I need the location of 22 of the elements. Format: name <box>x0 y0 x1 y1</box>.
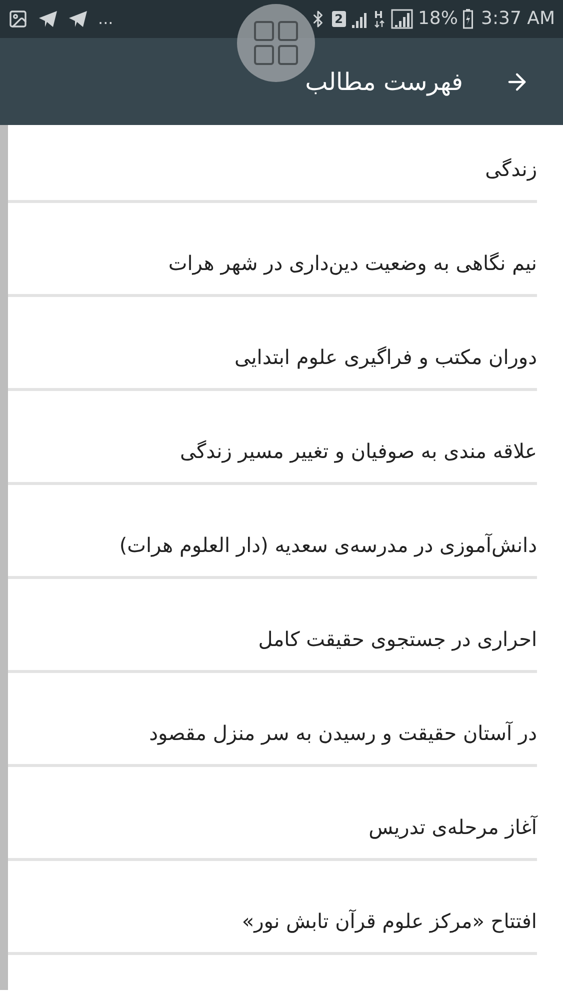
battery-percentage: 18% <box>418 10 458 28</box>
chapter-item[interactable]: آغاز مرحله‌ی تدریس <box>368 812 537 842</box>
chapter-item[interactable]: افتتاح «مرکز علوم قرآن تابش نور» <box>242 906 537 936</box>
scrollbar[interactable] <box>0 125 8 990</box>
chapter-item[interactable]: احراری در جستجوی حقیقت کامل <box>258 624 537 654</box>
image-icon <box>8 9 28 29</box>
network-type-icon <box>374 9 386 29</box>
clock-time: 3:37 AM <box>481 10 555 28</box>
paper-plane-icon <box>68 10 88 28</box>
chapter-item[interactable]: نیم نگاهی به وضعیت دین‌داری در شهر هرات <box>168 248 537 278</box>
page-title: فهرست مطالب <box>305 66 463 98</box>
chapter-item[interactable]: علاقه مندی به صوفیان و تغییر مسیر زندگی <box>180 436 537 466</box>
overflow-indicator: ... <box>98 11 114 27</box>
chapter-item[interactable]: در آستان حقیقت و رسیدن به سر منزل مقصود <box>149 718 537 748</box>
sim-badge: 2 <box>332 11 346 27</box>
chapter-item[interactable]: دوران مکتب و فراگیری علوم ابتدایی <box>234 342 537 372</box>
signal-icon <box>390 9 413 29</box>
grid-icon <box>253 20 299 66</box>
chapter-item[interactable]: زندگی <box>485 154 537 184</box>
chapter-item[interactable]: دانش‌آموزی در مدرسه‌ی سعدیه (دار العلوم هرات) <box>119 530 537 560</box>
paper-plane-icon <box>38 10 58 28</box>
battery-icon <box>463 9 473 29</box>
